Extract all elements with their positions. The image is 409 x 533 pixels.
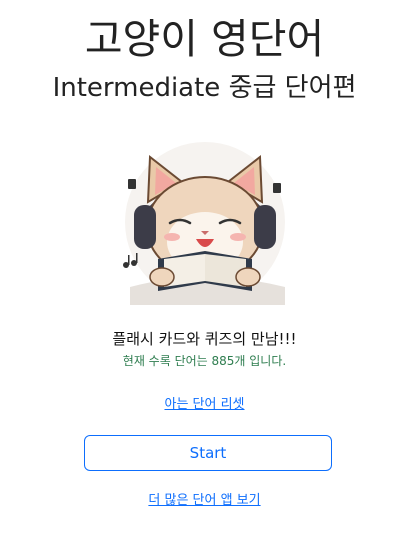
tagline: 플래시 카드와 퀴즈의 만남!!!: [112, 330, 297, 348]
more-word-apps-link[interactable]: 더 많은 단어 앱 보기: [148, 493, 260, 508]
start-button[interactable]: Start: [84, 435, 332, 471]
app-subtitle: Intermediate 중급 단어편: [52, 73, 357, 103]
cat-reading-illustration: [123, 142, 285, 305]
reset-known-words-link[interactable]: 아는 단어 리셋: [164, 397, 244, 412]
app-page: 고양이 영단어 Intermediate 중급 단어편 플래시 카드와 퀴즈의 …: [0, 0, 409, 533]
word-count-text: 현재 수록 단어는 885개 입니다.: [122, 354, 287, 368]
app-title: 고양이 영단어: [84, 15, 325, 63]
